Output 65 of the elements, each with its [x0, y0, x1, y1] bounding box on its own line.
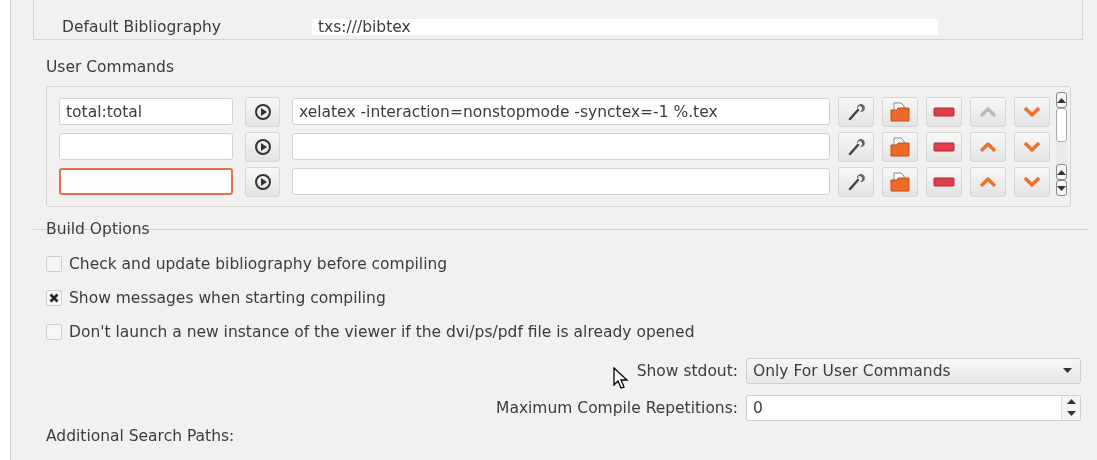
chevron-up-icon	[978, 174, 998, 189]
scroll-up-arrow-icon[interactable]	[1057, 169, 1066, 175]
minus-icon	[933, 176, 955, 187]
chevron-down-icon	[1022, 174, 1042, 189]
mouse-cursor-icon	[613, 367, 629, 391]
open-file-button[interactable]	[882, 96, 918, 127]
scroll-up-arrow-icon[interactable]	[1057, 97, 1066, 103]
play-icon	[253, 137, 272, 156]
move-down-button[interactable]	[1014, 96, 1050, 127]
checkbox[interactable]	[46, 256, 62, 272]
remove-button[interactable]	[926, 96, 962, 127]
folder-icon	[889, 101, 911, 122]
chevron-down-icon	[1022, 104, 1042, 119]
move-up-button[interactable]	[970, 166, 1006, 197]
max-repetitions-spinbox[interactable]: 0	[746, 394, 1081, 421]
checkbox[interactable]	[46, 324, 62, 340]
configure-button[interactable]	[838, 131, 874, 162]
play-icon	[253, 172, 272, 191]
open-file-button[interactable]	[882, 131, 918, 162]
move-up-button[interactable]	[970, 131, 1006, 162]
show-stdout-dropdown[interactable]: Only For User Commands	[746, 357, 1081, 384]
run-button[interactable]	[245, 166, 280, 197]
configure-button[interactable]	[838, 166, 874, 197]
checkbox-label: Show messages when starting compiling	[69, 289, 386, 307]
show-stdout-label: Show stdout:	[636, 361, 738, 380]
play-icon	[253, 102, 272, 121]
wrench-icon	[846, 171, 866, 192]
command-field[interactable]: xelatex -interaction=nonstopmode -synctex=-1 %.tex	[292, 98, 830, 125]
scroll-down-arrow-icon[interactable]	[1057, 185, 1066, 191]
chevron-down-icon	[1022, 139, 1042, 154]
minus-icon	[933, 141, 955, 152]
move-down-button[interactable]	[1014, 131, 1050, 162]
checkbox-label: Check and update bibliography before compiling	[69, 255, 448, 273]
dropdown-arrow-icon	[1063, 368, 1072, 373]
build-options-title: Build Options	[46, 221, 151, 240]
search-paths-label: Additional Search Paths:	[46, 427, 236, 445]
command-field[interactable]	[292, 133, 830, 160]
configure-button[interactable]	[838, 96, 874, 127]
user-commands-title: User Commands	[45, 58, 175, 78]
checkbox-label: Don't launch a new instance of the viewer if the dvi/ps/pdf file is already opened	[69, 323, 695, 341]
chevron-up-icon	[978, 139, 998, 154]
bibliography-field[interactable]: txs:///bibtex	[312, 19, 938, 35]
checkbox[interactable]	[46, 290, 62, 306]
run-button[interactable]	[245, 131, 280, 162]
command-name-field[interactable]	[59, 168, 233, 195]
max-repetitions-label: Maximum Compile Repetitions:	[496, 398, 738, 417]
command-name-field[interactable]	[59, 133, 233, 160]
bibliography-label: Default Bibliography	[62, 19, 222, 35]
folder-icon	[889, 136, 911, 157]
command-field[interactable]	[292, 168, 830, 195]
command-name-field[interactable]: total:total	[59, 98, 233, 125]
run-button[interactable]	[245, 96, 280, 127]
wrench-icon	[846, 101, 866, 122]
increment-arrow-icon[interactable]	[1066, 399, 1076, 404]
wrench-icon	[846, 136, 866, 157]
scrollbar-thumb[interactable]	[1056, 108, 1067, 142]
folder-icon	[889, 171, 911, 192]
scrollbar[interactable]	[1056, 92, 1067, 196]
chevron-up-icon	[978, 104, 998, 119]
minus-icon	[933, 106, 955, 117]
open-file-button[interactable]	[882, 166, 918, 197]
remove-button[interactable]	[926, 166, 962, 197]
remove-button[interactable]	[926, 131, 962, 162]
move-down-button[interactable]	[1014, 166, 1050, 197]
decrement-arrow-icon[interactable]	[1066, 411, 1076, 416]
